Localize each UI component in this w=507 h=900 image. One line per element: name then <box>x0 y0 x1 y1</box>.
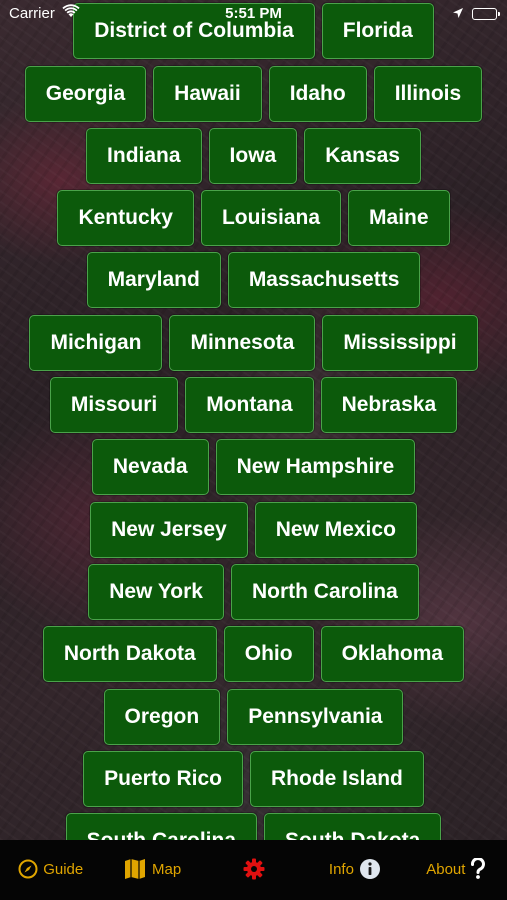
state-button[interactable]: Oklahoma <box>320 626 465 682</box>
state-button[interactable]: Rhode Island <box>250 751 424 807</box>
state-button[interactable]: Nebraska <box>320 377 458 433</box>
state-row: Georgia Hawaii Idaho Illinois <box>0 66 507 122</box>
tab-map[interactable]: Map <box>101 840 202 900</box>
tab-guide-label: Guide <box>43 860 84 878</box>
state-button[interactable]: New Mexico <box>254 502 417 558</box>
state-button[interactable]: New York <box>88 564 224 620</box>
state-row: South Carolina South Dakota <box>0 813 507 840</box>
state-row: Nevada New Hampshire <box>0 439 507 495</box>
location-arrow-icon <box>452 6 464 23</box>
tab-info[interactable]: Info <box>304 840 405 900</box>
state-button[interactable]: New Hampshire <box>215 439 416 495</box>
state-row: Michigan Minnesota Mississippi <box>0 315 507 371</box>
state-button[interactable]: Hawaii <box>153 66 262 122</box>
state-row: Indiana Iowa Kansas <box>0 128 507 184</box>
state-button[interactable]: Iowa <box>208 128 298 184</box>
state-button[interactable]: Nevada <box>91 439 209 495</box>
state-button[interactable]: Pennsylvania <box>227 689 404 745</box>
state-button[interactable]: Puerto Rico <box>83 751 243 807</box>
state-button[interactable]: Ohio <box>223 626 314 682</box>
state-row: Maryland Massachusetts <box>0 252 507 308</box>
question-icon <box>470 858 486 880</box>
gear-icon <box>243 858 265 880</box>
state-button[interactable]: Missouri <box>49 377 179 433</box>
state-button[interactable]: Maryland <box>86 252 221 308</box>
state-button[interactable]: Oregon <box>103 689 221 745</box>
state-button[interactable]: North Dakota <box>42 626 217 682</box>
compass-icon <box>18 859 38 879</box>
state-row: North Dakota Ohio Oklahoma <box>0 626 507 682</box>
state-button[interactable]: Georgia <box>24 66 147 122</box>
state-button[interactable]: Idaho <box>268 66 367 122</box>
state-row: New Jersey New Mexico <box>0 502 507 558</box>
tab-guide[interactable]: Guide <box>0 840 101 900</box>
clock-label: 5:51 PM <box>225 5 282 22</box>
state-button[interactable]: South Carolina <box>65 813 257 840</box>
state-button[interactable]: Maine <box>348 190 450 246</box>
tab-map-label: Map <box>152 860 182 878</box>
state-button[interactable]: South Dakota <box>264 813 442 840</box>
state-button[interactable]: Indiana <box>86 128 202 184</box>
state-button[interactable]: New Jersey <box>90 502 248 558</box>
state-button[interactable]: Massachusetts <box>227 252 421 308</box>
state-button[interactable]: North Carolina <box>230 564 419 620</box>
info-icon <box>359 858 381 880</box>
state-button[interactable]: Mississippi <box>322 315 478 371</box>
state-row: New York North Carolina <box>0 564 507 620</box>
tab-about[interactable]: About <box>406 840 507 900</box>
state-row: Oregon Pennsylvania <box>0 689 507 745</box>
state-button[interactable]: Illinois <box>373 66 483 122</box>
state-row: Missouri Montana Nebraska <box>0 377 507 433</box>
state-button[interactable]: Kentucky <box>57 190 194 246</box>
state-row: Kentucky Louisiana Maine <box>0 190 507 246</box>
state-button-grid: District of Columbia Florida Georgia Haw… <box>0 0 507 840</box>
state-row: Puerto Rico Rhode Island <box>0 751 507 807</box>
tab-about-label: About <box>426 860 466 878</box>
battery-icon <box>472 8 500 20</box>
tab-info-label: Info <box>328 860 354 878</box>
map-icon <box>123 857 147 881</box>
state-button[interactable]: Michigan <box>29 315 163 371</box>
tab-settings[interactable] <box>203 840 304 900</box>
state-button[interactable]: Kansas <box>304 128 421 184</box>
status-bar: Carrier 5:51 PM <box>0 0 507 28</box>
state-button[interactable]: Montana <box>185 377 314 433</box>
tab-bar: Guide Map Info About <box>0 840 507 900</box>
state-button[interactable]: Minnesota <box>169 315 316 371</box>
state-button[interactable]: Louisiana <box>200 190 342 246</box>
